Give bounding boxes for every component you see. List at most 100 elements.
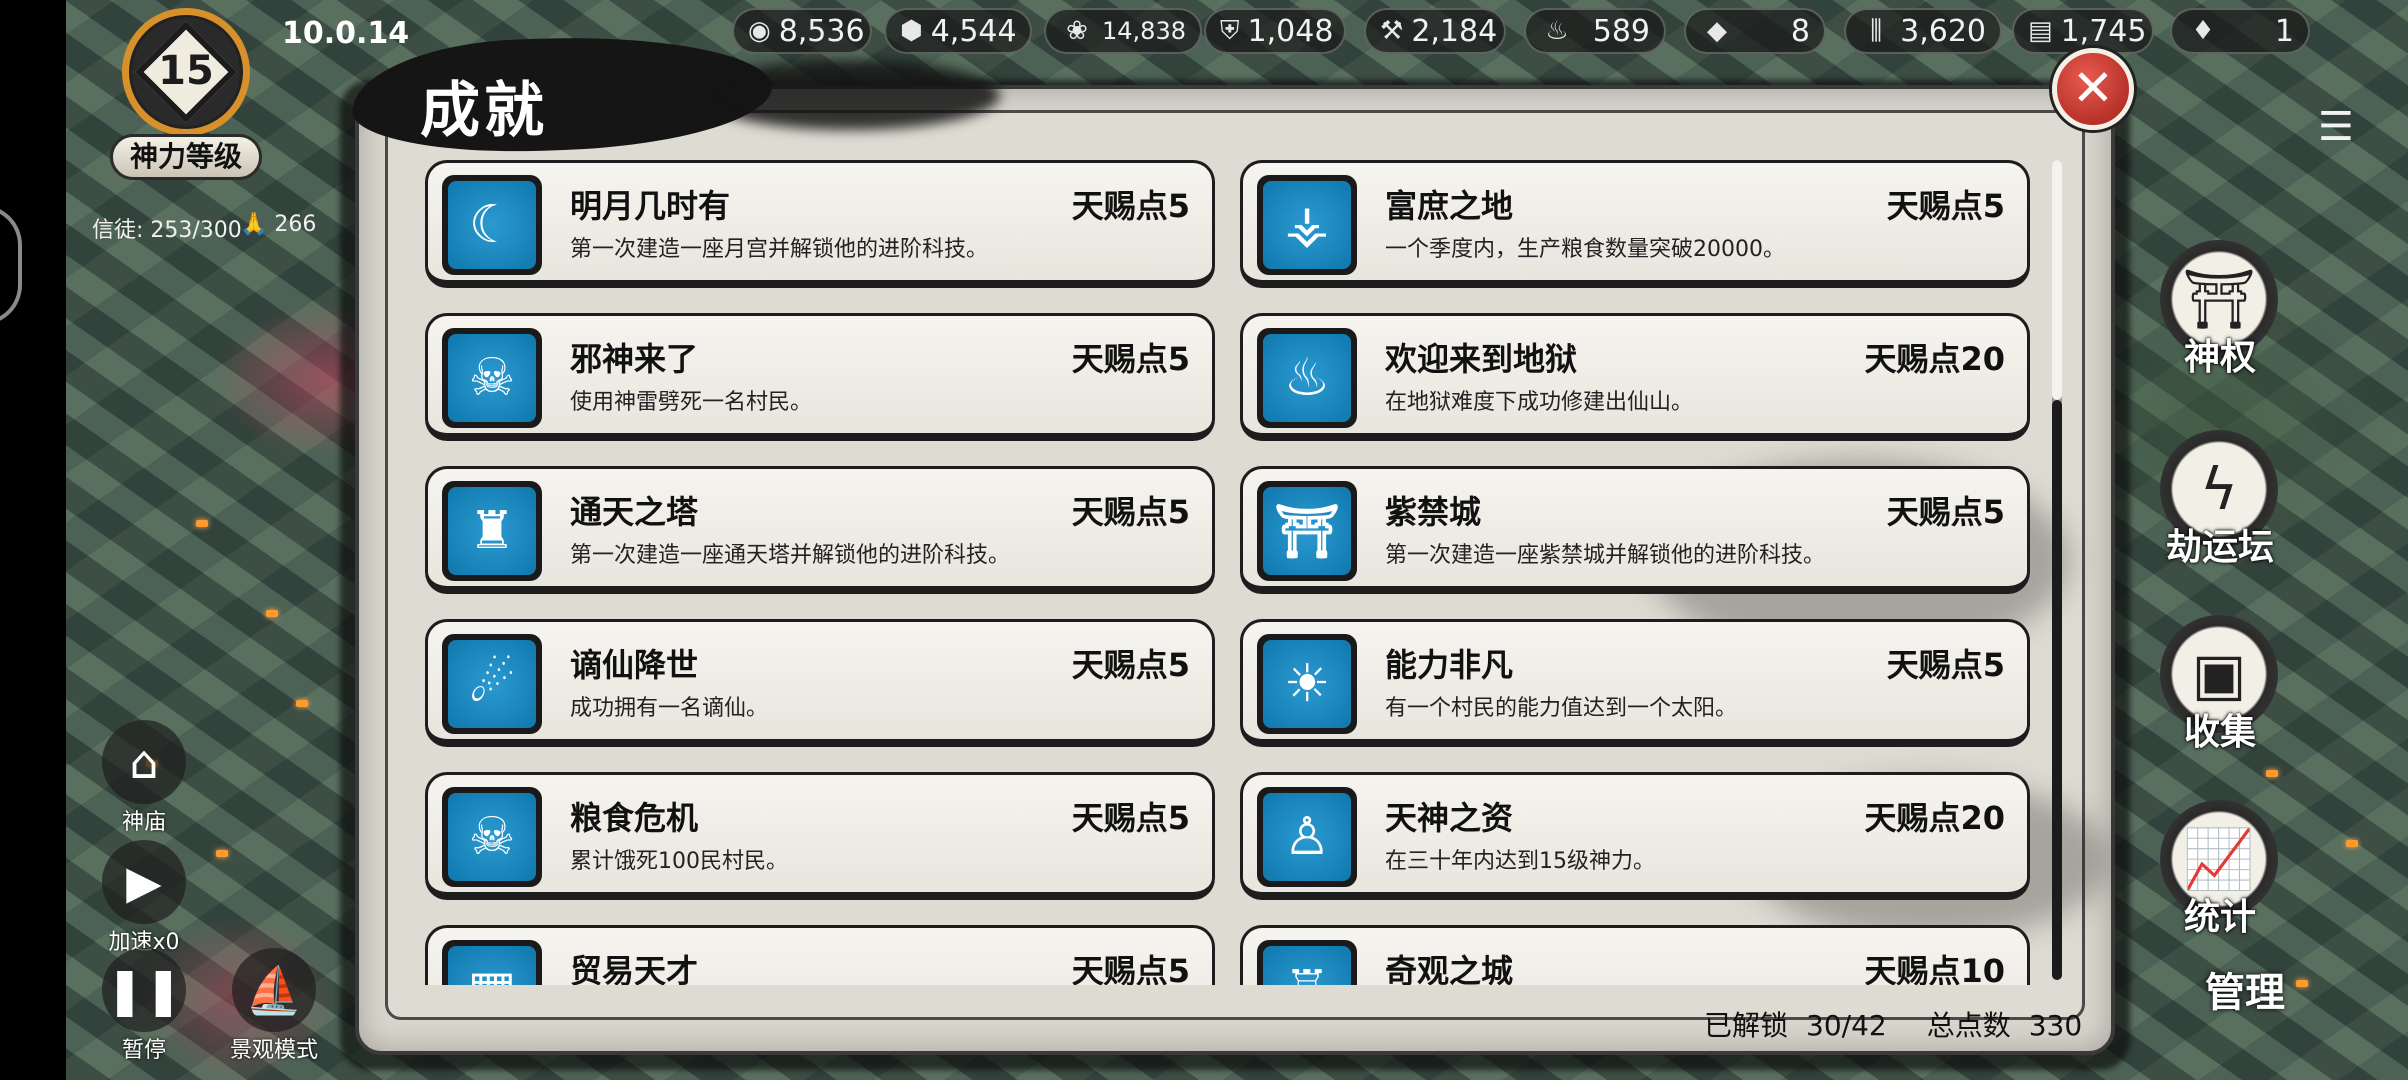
system-side-bar (0, 0, 66, 1080)
prayer-hands-icon: 🙏 (240, 212, 275, 237)
menu-label: 劫运坛 (2165, 527, 2274, 568)
achievement-name: 谪仙降世 (570, 646, 699, 684)
resource-coin[interactable]: ◉ 8,536 (732, 8, 872, 54)
version-text: 10.0.14 (282, 16, 410, 51)
immortal-descend-icon-frame: ☄ (442, 634, 542, 734)
play-icon: ▶ (126, 855, 162, 909)
manage-button[interactable]: 管理 (2170, 960, 2320, 1030)
achievement-card[interactable]: ☄ 谪仙降世 天赐点5 成功拥有一名谪仙。 (425, 619, 1215, 747)
achievement-desc: 成功拥有一名谪仙。 (570, 696, 769, 721)
achievement-name: 奇观之城 (1385, 952, 1514, 985)
stone-icon: ⬢ (900, 16, 923, 46)
achievement-name: 通天之塔 (570, 493, 699, 531)
achievement-points: 天赐点5 (1071, 187, 1190, 225)
coin-icon: ◉ (748, 16, 771, 46)
strong-villager-icon: ☀ (1263, 640, 1351, 728)
palace-gate-icon: ⛩ (1263, 487, 1351, 575)
menu-label: 神权 (2183, 337, 2256, 378)
moon-palace-icon: ☾ (448, 181, 536, 269)
game-screen: 15 10.0.14 神力等级 信徒: 253/300 🙏 266 ◉ 8,536… (0, 0, 2408, 1080)
deity-child-icon-frame: ♙ (1257, 787, 1357, 887)
scrollbar-shade (2052, 400, 2062, 980)
achievement-desc: 使用神雷劈死一名村民。 (570, 390, 813, 415)
control-label: 暂停 (121, 1038, 166, 1063)
flame-mountain-icon: ♨ (1263, 334, 1351, 422)
achievement-card[interactable]: ♜ 通天之塔 天赐点5 第一次建造一座通天塔并解锁他的进阶科技。 (425, 466, 1215, 594)
control-button-landscape[interactable]: ⛵ (232, 948, 316, 1032)
achievement-card[interactable]: ♨ 欢迎来到地狱 天赐点20 在地狱难度下成功修建出仙山。 (1240, 313, 2030, 441)
achievement-desc: 第一次建造一座通天塔并解锁他的进阶科技。 (570, 543, 1011, 568)
back-gesture-icon[interactable] (0, 205, 22, 325)
resource-lotus[interactable]: ❀ 14,838 (1044, 8, 1202, 54)
god-level-button[interactable]: 神力等级 (110, 134, 262, 180)
achievement-desc: 在三十年内达到15级神力。 (1385, 849, 1655, 874)
achievement-name: 能力非凡 (1385, 646, 1514, 684)
achievement-card[interactable]: ♙ 天神之资 天赐点20 在三十年内达到15级神力。 (1240, 772, 2030, 900)
resource-hammer[interactable]: ⚒ 2,184 (1364, 8, 1506, 54)
resource-ore[interactable]: ◆ 8 (1684, 8, 1826, 54)
resource-value: 4,544 (930, 13, 1017, 49)
achievement-list[interactable]: ☾ 明月几时有 天赐点5 第一次建造一座月宫并解锁他的进阶科技。 ⚶ 富庶之地 天赐点5 一个… (425, 150, 2050, 985)
achievement-card[interactable]: ☀ 能力非凡 天赐点5 有一个村民的能力值达到一个太阳。 (1240, 619, 2030, 747)
deity-child-icon: ♙ (1263, 793, 1351, 881)
resource-value: 1,048 (1247, 13, 1334, 49)
resource-grain[interactable]: ⫼ 3,620 (1844, 8, 2002, 54)
wonder-city-icon: ♖ (1263, 946, 1351, 985)
control-button-temple[interactable]: ⌂ (102, 720, 186, 804)
resource-food[interactable]: ♨ 589 (1524, 8, 1666, 54)
tower-icon: ♜ (448, 487, 536, 575)
resource-value: 589 (1592, 13, 1650, 49)
achievement-points: 天赐点5 (1071, 493, 1190, 531)
achievement-card[interactable]: ☠ 邪神来了 天赐点5 使用神雷劈死一名村民。 (425, 313, 1215, 441)
achievement-points: 天赐点5 (1071, 340, 1190, 378)
achievement-points: 天赐点5 (1071, 952, 1190, 985)
achievement-card[interactable]: ☾ 明月几时有 天赐点5 第一次建造一座月宫并解锁他的进阶科技。 (425, 160, 1215, 288)
resource-chest[interactable]: ▤ 1,745 (2012, 8, 2154, 54)
wheat-icon: ⚶ (1263, 181, 1351, 269)
shrine-icon: ⛩ (2182, 264, 2256, 333)
hammer-icon: ⚒ (1380, 16, 1404, 46)
panel-title: 成就 (420, 76, 548, 146)
grain-icon: ⫼ (1870, 15, 1883, 46)
ore-icon: ◆ (1707, 16, 1727, 46)
achievement-name: 粮食危机 (570, 799, 699, 837)
resource-stone[interactable]: ⬢ 4,544 (884, 8, 1032, 54)
achievement-summary: 已解锁 30/42 总点数 330 (1704, 1004, 2100, 1044)
achievement-name: 富庶之地 (1385, 187, 1514, 225)
achievement-card[interactable]: ♖ 奇观之城 天赐点10 (1240, 925, 2030, 985)
level-number: 15 (158, 48, 214, 94)
achievement-card[interactable]: ⚶ 富庶之地 天赐点5 一个季度内，生产粮食数量突破20000。 (1240, 160, 2030, 288)
palace-gate-icon-frame: ⛩ (1257, 481, 1357, 581)
immortal-descend-icon: ☄ (448, 640, 536, 728)
achievement-name: 欢迎来到地狱 (1385, 340, 1578, 378)
achievement-card[interactable]: ▦ 贸易天才 天赐点5 (425, 925, 1215, 985)
title-ink-smear (700, 60, 1000, 130)
scrollbar-thumb[interactable] (2052, 160, 2062, 400)
strong-villager-icon-frame: ☀ (1257, 634, 1357, 734)
resource-value: 8 (1790, 13, 1810, 49)
resource-value: 1,745 (2060, 13, 2147, 49)
list-menu-icon[interactable]: ☰ (2318, 104, 2374, 150)
achievement-name: 天神之资 (1385, 799, 1514, 837)
achievement-desc: 累计饿死100民村民。 (570, 849, 788, 874)
followers-count: 信徒: 253/300 (92, 218, 242, 243)
resource-gourd[interactable]: ♦ 1 (2170, 8, 2310, 54)
control-label: 景观模式 (229, 1038, 318, 1063)
achievement-points: 天赐点5 (1886, 493, 2005, 531)
resource-armor[interactable]: ⛨ 1,048 (1204, 8, 1346, 54)
prayers-count: 🙏 266 (240, 212, 316, 237)
achievement-desc: 第一次建造一座月宫并解锁他的进阶科技。 (570, 237, 989, 262)
unlocked-value: 30/42 (1806, 1009, 1887, 1042)
skull-icon-frame: ☠ (442, 787, 542, 887)
achievement-points: 天赐点5 (1886, 187, 2005, 225)
close-button[interactable]: ✕ (2052, 48, 2134, 130)
menu-label: 统计 (2183, 897, 2256, 938)
control-button-pause[interactable]: ❚❚ (102, 948, 186, 1032)
flame-mountain-icon-frame: ♨ (1257, 328, 1357, 428)
menu-label: 收集 (2183, 712, 2256, 753)
achievement-card[interactable]: ⛩ 紫禁城 天赐点5 第一次建造一座紫禁城并解锁他的进阶科技。 (1240, 466, 2030, 594)
achievement-card[interactable]: ☠ 粮食危机 天赐点5 累计饿死100民村民。 (425, 772, 1215, 900)
temple-icon: ⌂ (129, 735, 159, 789)
control-button-play[interactable]: ▶ (102, 840, 186, 924)
achievement-points: 天赐点5 (1071, 646, 1190, 684)
